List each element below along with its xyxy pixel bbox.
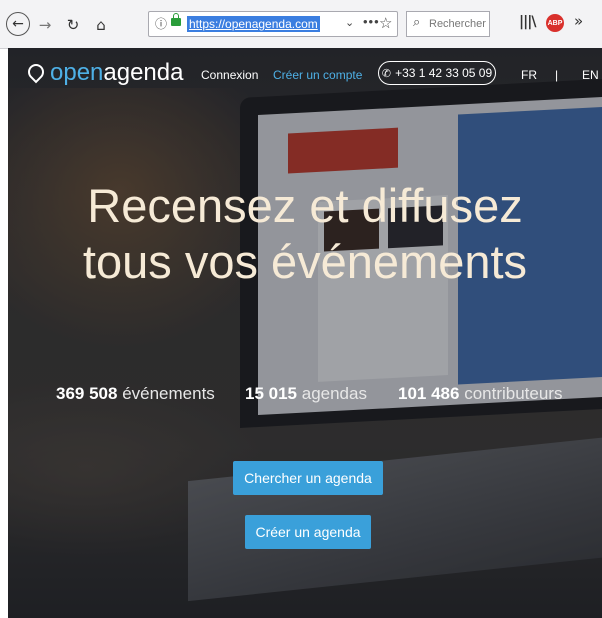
chevron-down-icon[interactable]: ⌄ bbox=[345, 16, 354, 29]
stat-events: 369 508 événements bbox=[56, 384, 215, 404]
search-agenda-button[interactable]: Chercher un agenda bbox=[233, 461, 383, 495]
site-logo[interactable]: open agenda bbox=[24, 58, 184, 88]
forward-arrow-icon[interactable]: → bbox=[36, 14, 54, 36]
lock-icon bbox=[171, 13, 181, 26]
logo-agenda-text: agenda bbox=[103, 59, 184, 86]
back-arrow-icon[interactable]: ← bbox=[6, 12, 30, 36]
phone-button[interactable]: ✆ +33 1 42 33 05 09 bbox=[378, 61, 496, 85]
page-actions-icon[interactable]: ••• bbox=[363, 14, 380, 29]
stat-label: événements bbox=[122, 384, 215, 403]
stats-row: 369 508 événements 15 015 agendas 101 48… bbox=[8, 384, 602, 408]
home-icon[interactable]: ⌂ bbox=[92, 14, 110, 36]
bookmark-star-icon[interactable]: ☆ bbox=[379, 14, 392, 32]
stat-label: contributeurs bbox=[464, 384, 563, 403]
phone-number: +33 1 42 33 05 09 bbox=[395, 66, 493, 80]
overflow-menu-icon[interactable]: » bbox=[574, 12, 583, 30]
search-icon: ⌕ bbox=[413, 15, 421, 30]
location-pin-icon bbox=[24, 60, 48, 84]
signup-link[interactable]: Créer un compte bbox=[273, 68, 362, 82]
stat-value: 369 508 bbox=[56, 384, 118, 403]
page-title: Recensez et diffusez tous vos événements bbox=[8, 178, 602, 290]
reload-icon[interactable]: ↻ bbox=[64, 14, 82, 36]
browser-toolbar: ← → ↻ ⌂ ⓘ https://openagenda.com ⌄ ••• ☆… bbox=[0, 0, 602, 49]
address-bar[interactable]: ⓘ https://openagenda.com ⌄ ••• ☆ bbox=[148, 11, 398, 37]
search-placeholder: Rechercher bbox=[429, 18, 486, 30]
headline-line-1: Recensez et diffusez bbox=[87, 179, 523, 232]
stat-value: 15 015 bbox=[245, 384, 297, 403]
logo-open-text: open bbox=[50, 59, 104, 86]
lang-en-link[interactable]: EN bbox=[582, 68, 599, 82]
stat-value: 101 486 bbox=[398, 384, 460, 403]
create-agenda-button[interactable]: Créer un agenda bbox=[245, 515, 371, 549]
url-text[interactable]: https://openagenda.com bbox=[187, 16, 320, 32]
lang-fr-link[interactable]: FR bbox=[521, 68, 537, 82]
stat-label: agendas bbox=[301, 384, 367, 403]
login-link[interactable]: Connexion bbox=[201, 68, 258, 82]
lang-separator: | bbox=[555, 68, 559, 82]
adblock-icon[interactable]: ABP bbox=[546, 14, 564, 32]
library-icon[interactable]: |||\ bbox=[519, 14, 536, 30]
stat-agendas: 15 015 agendas bbox=[245, 384, 367, 404]
info-icon[interactable]: ⓘ bbox=[155, 15, 167, 32]
stat-contributors: 101 486 contributeurs bbox=[398, 384, 562, 404]
browser-search-input[interactable]: ⌕ Rechercher bbox=[406, 11, 490, 37]
phone-icon: ✆ bbox=[381, 66, 392, 80]
headline-line-2: tous vos événements bbox=[82, 235, 528, 288]
